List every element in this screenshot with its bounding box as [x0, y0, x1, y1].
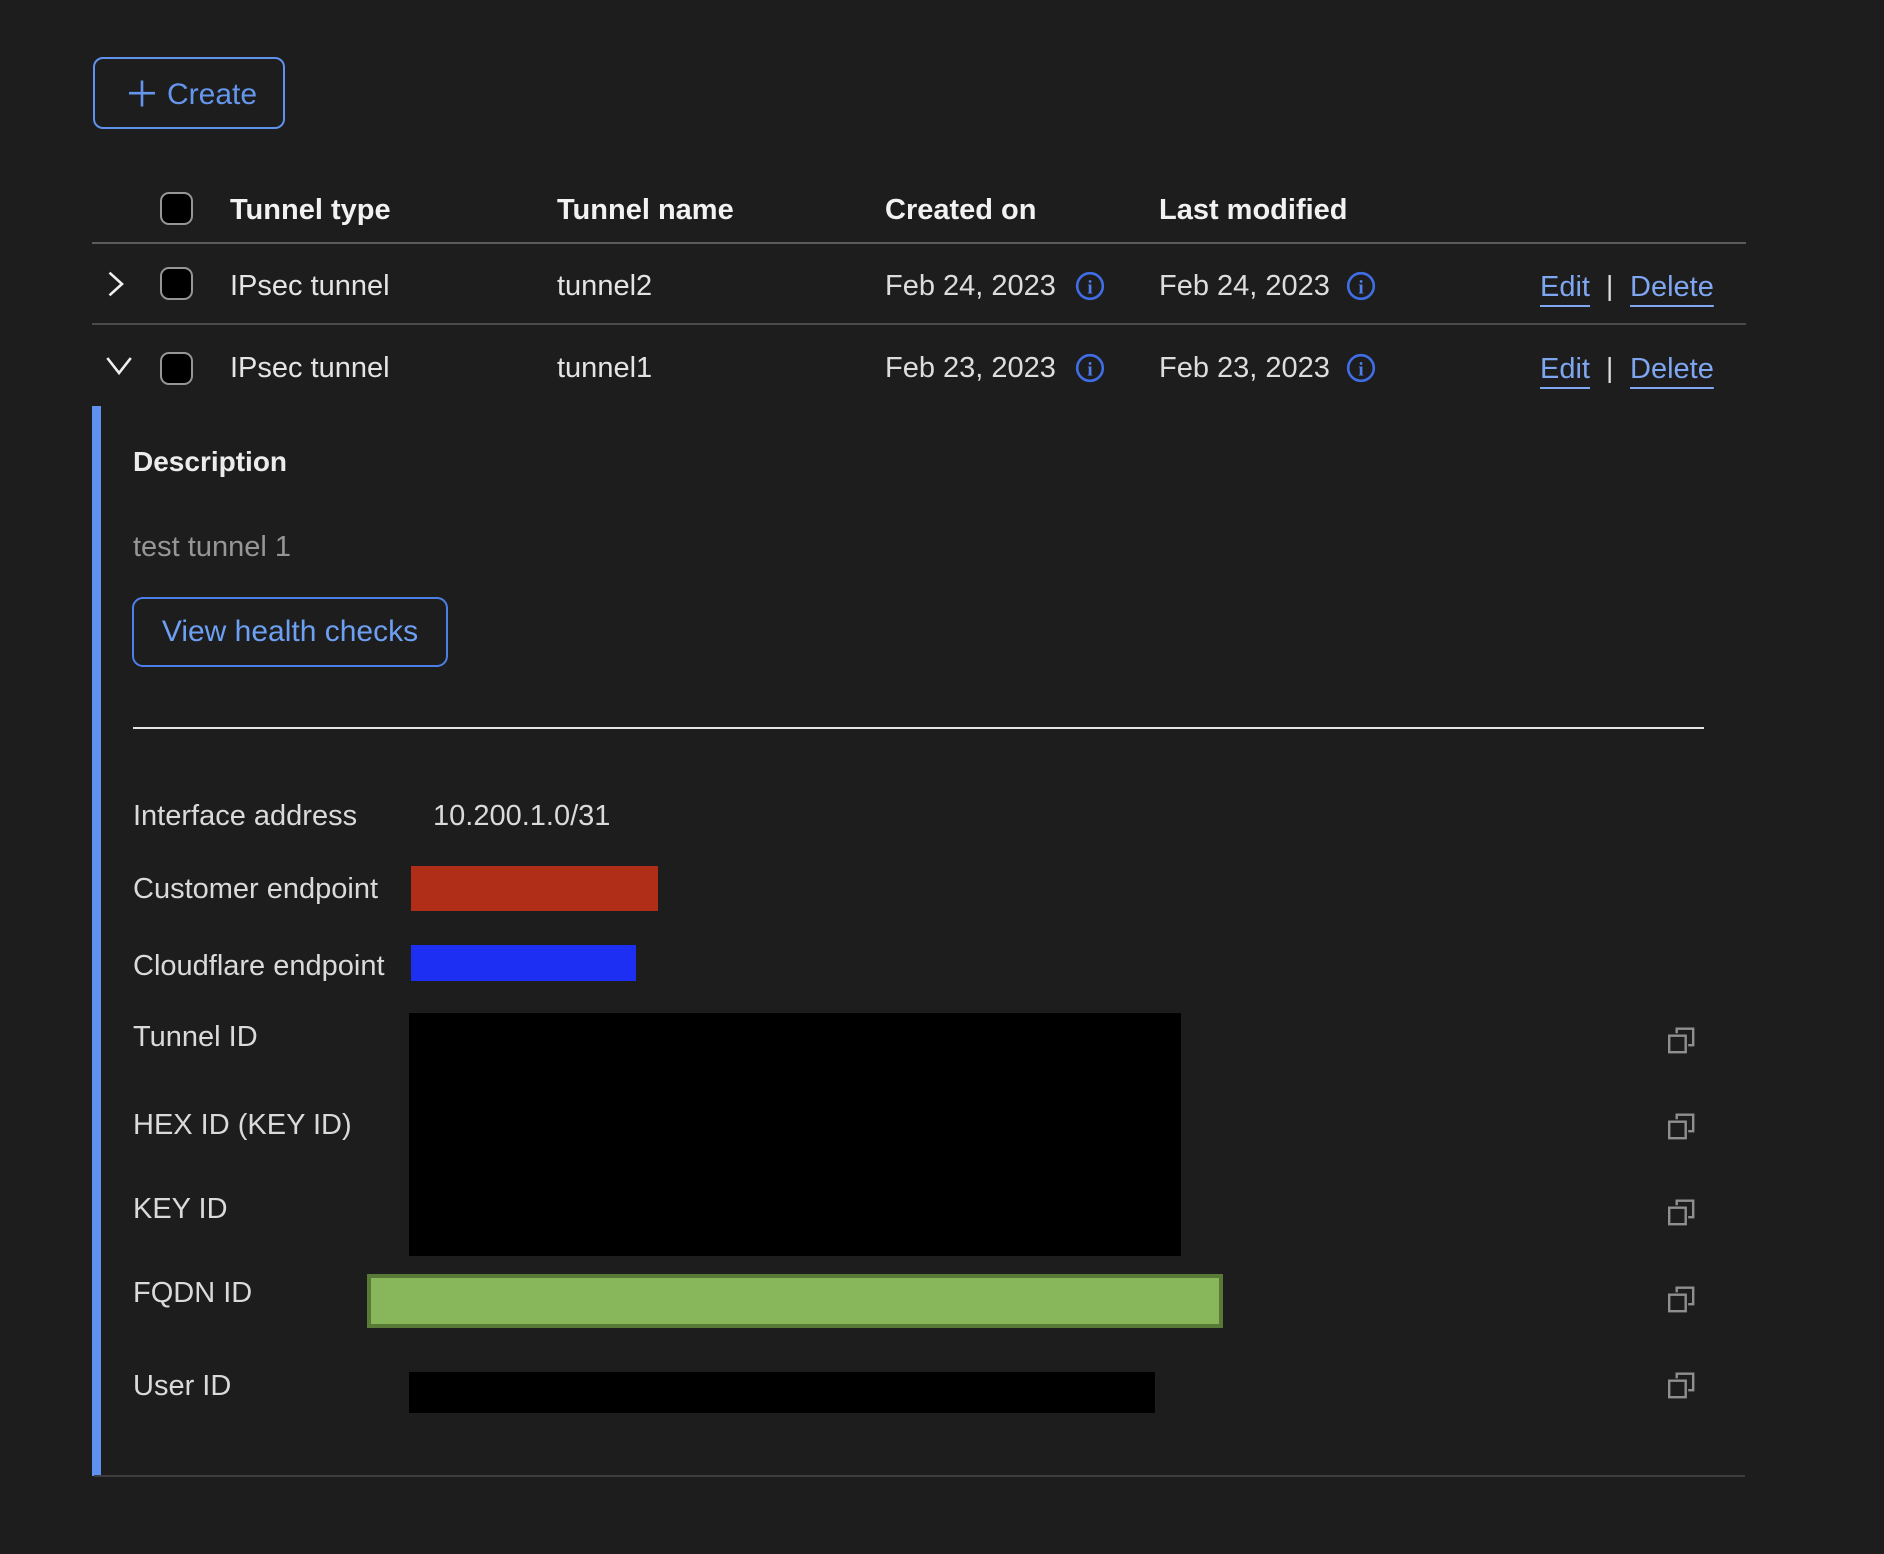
svg-text:i: i [1087, 360, 1092, 381]
svg-text:i: i [1358, 360, 1363, 381]
svg-text:i: i [1087, 278, 1092, 299]
svg-text:i: i [1358, 278, 1363, 299]
